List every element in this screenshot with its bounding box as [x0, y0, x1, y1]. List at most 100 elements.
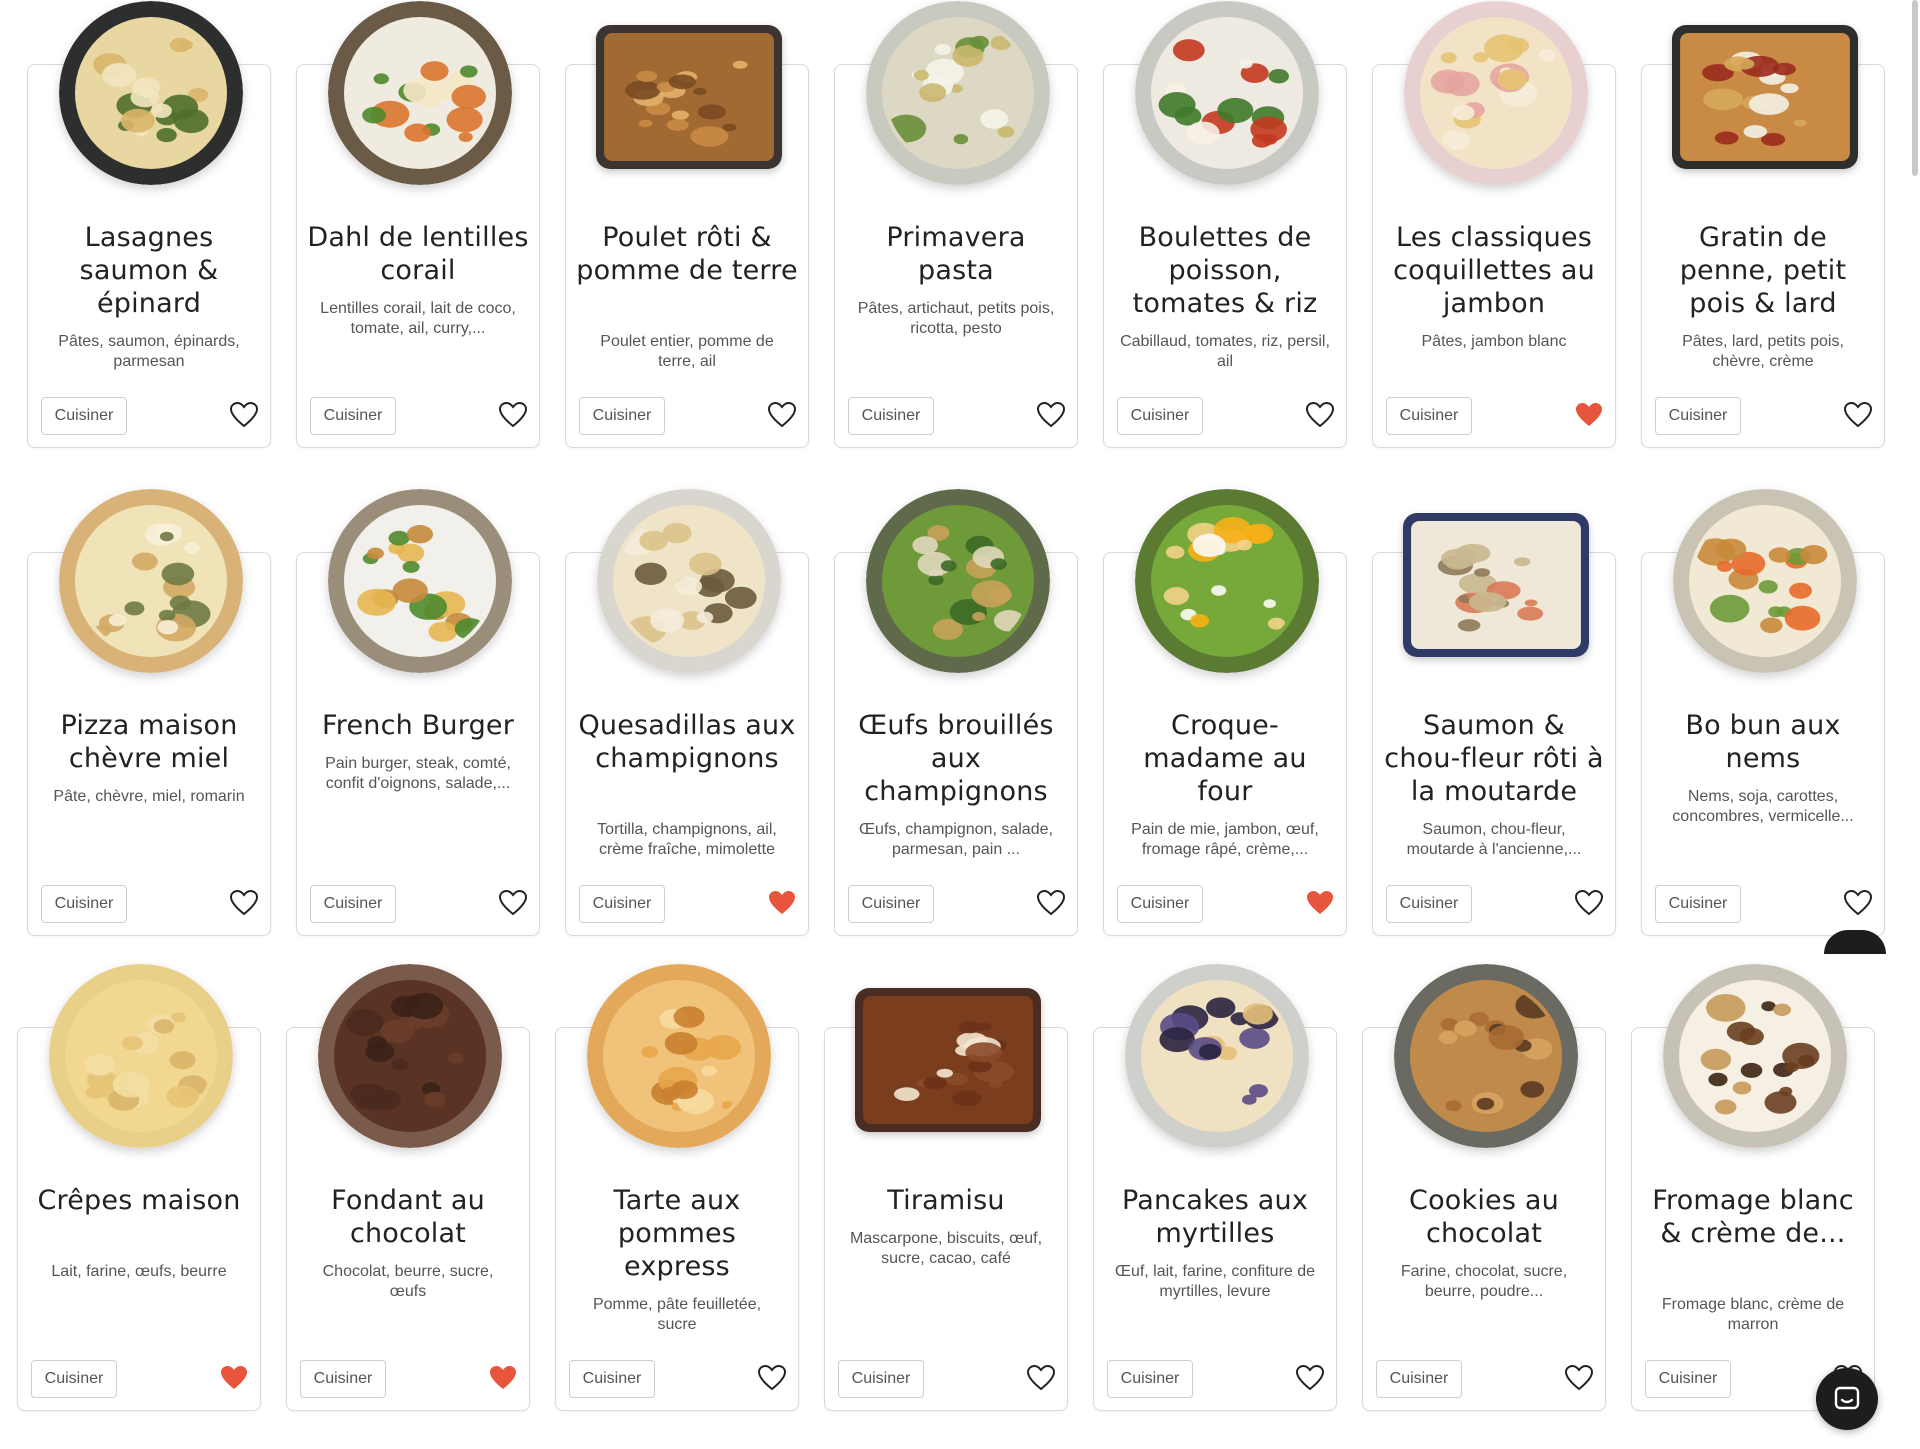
- heart-outline-icon[interactable]: [1296, 1365, 1324, 1391]
- heart-outline-icon[interactable]: [758, 1365, 786, 1391]
- heart-outline-icon[interactable]: [499, 402, 527, 428]
- recipe-image[interactable]: [1404, 1, 1588, 185]
- recipe-title[interactable]: Saumon & chou-fleur rôti à la moutarde: [1383, 709, 1605, 808]
- heart-outline-icon[interactable]: [768, 402, 796, 428]
- cook-button[interactable]: Cuisiner: [31, 1360, 117, 1398]
- heart-outline-icon[interactable]: [499, 890, 527, 916]
- heart-outline-icon[interactable]: [1037, 890, 1065, 916]
- cook-button[interactable]: Cuisiner: [579, 397, 665, 435]
- heart-outline-icon[interactable]: [1844, 402, 1872, 428]
- recipe-card[interactable]: Les classiques coquillettes au jambon Pât…: [1372, 1, 1616, 448]
- recipe-title[interactable]: Pizza maison chèvre miel: [38, 709, 260, 775]
- recipe-card[interactable]: Dahl de lentilles corail Lentilles corail…: [296, 1, 540, 448]
- recipe-card[interactable]: Gratin de penne, petit pois & lard Pâtes,…: [1641, 25, 1885, 448]
- recipe-card[interactable]: Boulettes de poisson, tomates & riz Cabil…: [1103, 1, 1347, 448]
- recipe-card[interactable]: Crêpes maison Lait, farine, œufs, beurre C…: [17, 964, 261, 1411]
- cook-button[interactable]: Cuisiner: [848, 397, 934, 435]
- heart-filled-icon[interactable]: [489, 1365, 517, 1391]
- recipe-image[interactable]: [1673, 489, 1857, 673]
- recipe-image[interactable]: [1672, 25, 1858, 169]
- recipe-title[interactable]: French Burger: [307, 709, 529, 742]
- cook-button[interactable]: Cuisiner: [1655, 885, 1741, 923]
- cook-button[interactable]: Cuisiner: [300, 1360, 386, 1398]
- heart-outline-icon[interactable]: [230, 402, 258, 428]
- cook-button[interactable]: Cuisiner: [1386, 397, 1472, 435]
- cook-button[interactable]: Cuisiner: [1107, 1360, 1193, 1398]
- recipe-image[interactable]: [866, 1, 1050, 185]
- cook-button[interactable]: Cuisiner: [579, 885, 665, 923]
- recipe-image[interactable]: [59, 1, 243, 185]
- recipe-image[interactable]: [587, 964, 771, 1148]
- cook-button[interactable]: Cuisiner: [41, 885, 127, 923]
- recipe-image[interactable]: [1135, 1, 1319, 185]
- recipe-card[interactable]: Cookies au chocolat Farine, chocolat, suc…: [1362, 964, 1606, 1411]
- cook-button[interactable]: Cuisiner: [41, 397, 127, 435]
- heart-outline-icon[interactable]: [1575, 890, 1603, 916]
- heart-filled-icon[interactable]: [220, 1365, 248, 1391]
- recipe-title[interactable]: Les classiques coquillettes au jambon: [1383, 221, 1605, 320]
- chat-launcher-button[interactable]: [1816, 1368, 1878, 1430]
- recipe-title[interactable]: Primavera pasta: [845, 221, 1067, 287]
- recipe-title[interactable]: Gratin de penne, petit pois & lard: [1652, 221, 1874, 320]
- recipe-image[interactable]: [855, 988, 1041, 1132]
- recipe-image[interactable]: [1403, 513, 1589, 657]
- cook-button[interactable]: Cuisiner: [1386, 885, 1472, 923]
- cook-button[interactable]: Cuisiner: [569, 1360, 655, 1398]
- recipe-title[interactable]: Fromage blanc & crème de...: [1642, 1184, 1864, 1250]
- page-scrollbar[interactable]: [1912, 0, 1918, 176]
- recipe-image[interactable]: [318, 964, 502, 1148]
- recipe-image[interactable]: [597, 489, 781, 673]
- recipe-card[interactable]: Tarte aux pommes express Pomme, pâte feui…: [555, 964, 799, 1411]
- heart-outline-icon[interactable]: [1037, 402, 1065, 428]
- recipe-title[interactable]: Tarte aux pommes express: [566, 1184, 788, 1283]
- recipe-card[interactable]: Fondant au chocolat Chocolat, beurre, suc…: [286, 964, 530, 1411]
- recipe-title[interactable]: Croque-madame au four: [1114, 709, 1336, 808]
- recipe-card[interactable]: Primavera pasta Pâtes, artichaut, petits …: [834, 1, 1078, 448]
- recipe-title[interactable]: Cookies au chocolat: [1373, 1184, 1595, 1250]
- recipe-title[interactable]: Poulet rôti & pomme de terre: [576, 221, 798, 287]
- heart-outline-icon[interactable]: [1027, 1365, 1055, 1391]
- recipe-card[interactable]: Œufs brouillés aux champignons Œufs, cham…: [834, 489, 1078, 936]
- heart-outline-icon[interactable]: [230, 890, 258, 916]
- recipe-image[interactable]: [49, 964, 233, 1148]
- recipe-card[interactable]: Croque-madame au four Pain de mie, jambon…: [1103, 489, 1347, 936]
- heart-outline-icon[interactable]: [1565, 1365, 1593, 1391]
- recipe-card[interactable]: Saumon & chou-fleur rôti à la moutarde Sa…: [1372, 513, 1616, 936]
- recipe-card[interactable]: Quesadillas aux champignons Tortilla, cha…: [565, 489, 809, 936]
- recipe-title[interactable]: Boulettes de poisson, tomates & riz: [1114, 221, 1336, 320]
- recipe-card[interactable]: Pancakes aux myrtilles Œuf, lait, farine,…: [1093, 964, 1337, 1411]
- recipe-title[interactable]: Tiramisu: [835, 1184, 1057, 1217]
- recipe-image[interactable]: [328, 1, 512, 185]
- recipe-title[interactable]: Lasagnes saumon & épinard: [38, 221, 260, 320]
- cook-button[interactable]: Cuisiner: [1376, 1360, 1462, 1398]
- recipe-title[interactable]: Bo bun aux nems: [1652, 709, 1874, 775]
- recipe-image[interactable]: [1125, 964, 1309, 1148]
- cook-button[interactable]: Cuisiner: [1117, 885, 1203, 923]
- cook-button[interactable]: Cuisiner: [848, 885, 934, 923]
- cook-button[interactable]: Cuisiner: [310, 885, 396, 923]
- cook-button[interactable]: Cuisiner: [1655, 397, 1741, 435]
- cook-button[interactable]: Cuisiner: [1645, 1360, 1731, 1398]
- recipe-image[interactable]: [1663, 964, 1847, 1148]
- recipe-image[interactable]: [1135, 489, 1319, 673]
- recipe-card[interactable]: Fromage blanc & crème de... Fromage blanc…: [1631, 964, 1875, 1411]
- heart-filled-icon[interactable]: [1306, 890, 1334, 916]
- recipe-image[interactable]: [59, 489, 243, 673]
- recipe-card[interactable]: Bo bun aux nems Nems, soja, carottes, con…: [1641, 489, 1885, 936]
- heart-filled-icon[interactable]: [768, 890, 796, 916]
- recipe-card[interactable]: Lasagnes saumon & épinard Pâtes, saumon, …: [27, 1, 271, 448]
- heart-outline-icon[interactable]: [1306, 402, 1334, 428]
- cook-button[interactable]: Cuisiner: [838, 1360, 924, 1398]
- recipe-title[interactable]: Quesadillas aux champignons: [576, 709, 798, 775]
- recipe-title[interactable]: Crêpes maison: [28, 1184, 250, 1217]
- recipe-card[interactable]: French Burger Pain burger, steak, comté, …: [296, 489, 540, 936]
- recipe-card[interactable]: Pizza maison chèvre miel Pâte, chèvre, mi…: [27, 489, 271, 936]
- recipe-title[interactable]: Dahl de lentilles corail: [307, 221, 529, 287]
- recipe-card[interactable]: Tiramisu Mascarpone, biscuits, œuf, sucre…: [824, 988, 1068, 1411]
- heart-outline-icon[interactable]: [1844, 890, 1872, 916]
- recipe-title[interactable]: Pancakes aux myrtilles: [1104, 1184, 1326, 1250]
- recipe-image[interactable]: [596, 25, 782, 169]
- cook-button[interactable]: Cuisiner: [310, 397, 396, 435]
- cook-button[interactable]: Cuisiner: [1117, 397, 1203, 435]
- recipe-image[interactable]: [328, 489, 512, 673]
